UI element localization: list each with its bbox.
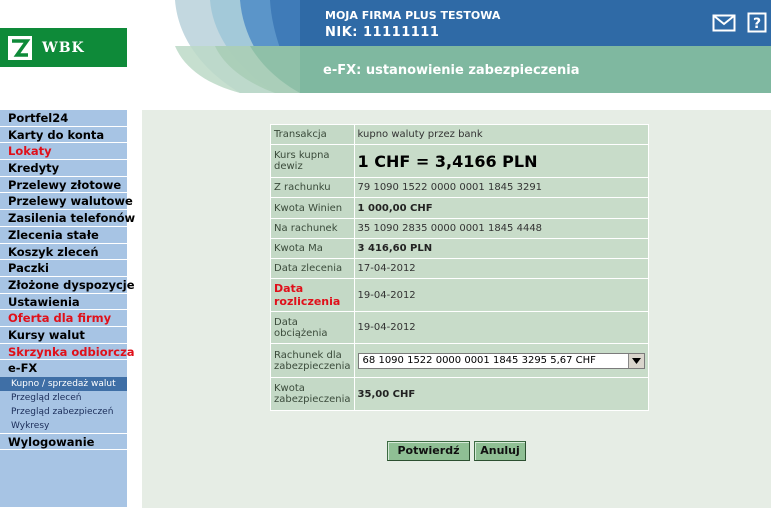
company-name: MOJA FIRMA PLUS TESTOWA bbox=[325, 9, 501, 22]
from-account-value: 79 1090 1522 0000 0001 1845 3291 bbox=[353, 177, 649, 198]
sidebar-item-zasilenia-telefonow[interactable]: Zasilenia telefonów bbox=[0, 210, 135, 227]
transaction-form: Transakcja kupno waluty przez bank Kurs … bbox=[270, 124, 649, 411]
to-account-value: 35 1090 2835 0000 0001 1845 4448 bbox=[353, 218, 649, 239]
main-panel: Transakcja kupno waluty przez bank Kurs … bbox=[142, 110, 771, 508]
amount-credit-value: 3 416,60 PLN bbox=[353, 238, 649, 259]
collateral-account-cell: 68 1090 1522 0000 0001 1845 3295 5,67 CH… bbox=[353, 343, 649, 378]
sidebar-item-portfel24[interactable]: Portfel24 bbox=[0, 110, 127, 127]
form-row-settlement-date: Data rozliczenia 19-04-2012 bbox=[270, 278, 649, 312]
sidebar-subitem-przeglad-zabezpieczen[interactable]: Przegląd zabezpieczeń bbox=[0, 405, 127, 419]
nik-number: NIK: 11111111 bbox=[325, 25, 440, 40]
collateral-amount-value: 35,00 CHF bbox=[353, 377, 649, 411]
cancel-button[interactable]: Anuluj bbox=[474, 441, 526, 461]
confirm-button[interactable]: Potwierdź bbox=[387, 441, 470, 461]
sidebar-subitem-wykresy[interactable]: Wykresy bbox=[0, 419, 127, 433]
sidebar-item-przelewy-zlotowe[interactable]: Przelewy złotowe bbox=[0, 177, 127, 194]
form-row-from-account: Z rachunku 79 1090 1522 0000 0001 1845 3… bbox=[270, 177, 649, 198]
sidebar-subitem-kupno-sprzedaz[interactable]: Kupno / sprzedaż walut bbox=[0, 377, 127, 391]
charge-date-value: 19-04-2012 bbox=[353, 311, 649, 344]
sidebar-item-wylogowanie[interactable]: Wylogowanie bbox=[0, 433, 127, 450]
sidebar-item-lokaty[interactable]: Lokaty bbox=[0, 143, 127, 161]
help-icon[interactable]: ? bbox=[747, 12, 767, 33]
sidebar-item-kredyty[interactable]: Kredyty bbox=[0, 160, 127, 177]
sidebar-item-karty-do-konta[interactable]: Karty do konta bbox=[0, 127, 127, 144]
form-row-rate: Kurs kupna dewiz 1 CHF = 3,4166 PLN bbox=[270, 144, 649, 178]
sidebar-item-kursy-walut[interactable]: Kursy walut bbox=[0, 327, 127, 344]
from-account-label: Z rachunku bbox=[270, 177, 355, 198]
order-date-label: Data zlecenia bbox=[270, 258, 355, 279]
form-row-to-account: Na rachunek 35 1090 2835 0000 0001 1845 … bbox=[270, 218, 649, 239]
sidebar: Portfel24 Karty do konta Lokaty Kredyty … bbox=[0, 93, 135, 508]
form-row-transaction: Transakcja kupno waluty przez bank bbox=[270, 124, 649, 145]
form-row-collateral-amount: Kwota zabezpieczenia 35,00 CHF bbox=[270, 377, 649, 411]
collateral-account-selected: 68 1090 1522 0000 0001 1845 3295 5,67 CH… bbox=[362, 355, 596, 366]
sidebar-item-paczki[interactable]: Paczki bbox=[0, 260, 127, 277]
wbk-logo[interactable]: WBK bbox=[0, 28, 127, 67]
to-account-label: Na rachunek bbox=[270, 218, 355, 239]
charge-date-label: Data obciążenia bbox=[270, 311, 355, 344]
settlement-date-label: Data rozliczenia bbox=[270, 278, 355, 312]
form-row-charge-date: Data obciążenia 19-04-2012 bbox=[270, 311, 649, 344]
sidebar-menu: Portfel24 Karty do konta Lokaty Kredyty … bbox=[0, 110, 135, 450]
form-row-amount-credit: Kwota Ma 3 416,60 PLN bbox=[270, 238, 649, 259]
svg-text:?: ? bbox=[753, 16, 761, 32]
sidebar-item-zlozone-dyspozycje[interactable]: Złożone dyspozycje bbox=[0, 277, 135, 294]
transaction-label: Transakcja bbox=[270, 124, 355, 145]
sidebar-filler bbox=[0, 449, 127, 507]
sidebar-item-koszyk-zlecen[interactable]: Koszyk zleceń bbox=[0, 244, 127, 261]
transaction-value: kupno waluty przez bank bbox=[353, 124, 649, 145]
order-date-value: 17-04-2012 bbox=[353, 258, 649, 279]
sidebar-item-efx[interactable]: e-FX bbox=[0, 360, 127, 377]
amount-credit-label: Kwota Ma bbox=[270, 238, 355, 259]
collateral-amount-label: Kwota zabezpieczenia bbox=[270, 377, 355, 411]
form-row-amount-debit: Kwota Winien 1 000,00 CHF bbox=[270, 197, 649, 219]
page-title: e-FX: ustanowienie zabezpieczenia bbox=[323, 63, 580, 78]
collateral-account-select[interactable]: 68 1090 1522 0000 0001 1845 3295 5,67 CH… bbox=[357, 352, 645, 369]
sidebar-item-oferta-dla-firmy[interactable]: Oferta dla firmy bbox=[0, 310, 127, 327]
sidebar-item-ustawienia[interactable]: Ustawienia bbox=[0, 294, 127, 311]
mail-icon[interactable] bbox=[712, 13, 736, 33]
wbk-logo-mark bbox=[8, 35, 32, 60]
form-row-collateral-account: Rachunek dla zabezpieczenia 68 1090 1522… bbox=[270, 343, 649, 378]
page-header: WBK MOJA FIRMA PLUS TESTOWA NIK: 1111111… bbox=[0, 0, 771, 93]
form-row-order-date: Data zlecenia 17-04-2012 bbox=[270, 258, 649, 279]
sidebar-item-zlecenia-stale[interactable]: Zlecenia stałe bbox=[0, 227, 127, 244]
collateral-account-label: Rachunek dla zabezpieczenia bbox=[270, 343, 355, 378]
chevron-down-icon[interactable] bbox=[627, 353, 644, 368]
amount-debit-value: 1 000,00 CHF bbox=[353, 197, 649, 219]
sidebar-item-skrzynka-odbiorcza[interactable]: Skrzynka odbiorcza bbox=[0, 344, 135, 361]
rate-value: 1 CHF = 3,4166 PLN bbox=[353, 144, 649, 178]
logo-text: WBK bbox=[42, 39, 85, 56]
amount-debit-label: Kwota Winien bbox=[270, 197, 355, 219]
rate-label: Kurs kupna dewiz bbox=[270, 144, 355, 178]
sidebar-subitem-przeglad-zlecen[interactable]: Przegląd zleceń bbox=[0, 391, 127, 405]
sidebar-item-przelewy-walutowe[interactable]: Przelewy walutowe bbox=[0, 193, 133, 211]
settlement-date-value: 19-04-2012 bbox=[353, 278, 649, 312]
